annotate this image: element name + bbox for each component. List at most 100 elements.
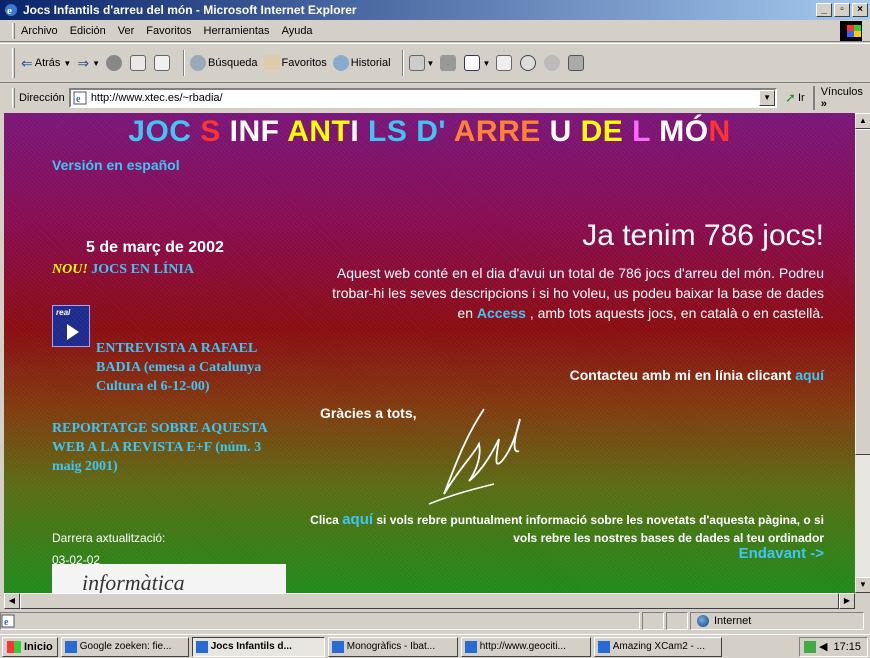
go-label: Ir	[797, 92, 805, 104]
network-icon[interactable]	[804, 640, 816, 653]
search-button[interactable]: Búsqueda	[190, 55, 258, 71]
ie-page-icon	[464, 640, 477, 653]
menu-herramientas[interactable]: Herramientas	[204, 25, 270, 37]
task-label: http://www.geociti...	[479, 641, 566, 652]
horizontal-scrollbar[interactable]: ◀ ▶	[4, 593, 855, 609]
toolbar-grip[interactable]	[12, 88, 15, 108]
svg-text:e: e	[76, 94, 81, 105]
media-button[interactable]	[544, 55, 562, 71]
contact-here-link[interactable]: aquí	[795, 367, 824, 383]
menu-ayuda[interactable]: Ayuda	[282, 25, 313, 37]
internet-explorer-icon: e	[5, 4, 17, 17]
maximize-button[interactable]: ▫	[834, 3, 850, 17]
new-label: NOU!	[52, 262, 88, 277]
spanish-version-link[interactable]: Versión en español	[52, 157, 180, 173]
title-fragment: INF	[229, 115, 288, 148]
extra-button[interactable]	[568, 55, 586, 71]
subscribe-here-link[interactable]: aquí	[342, 511, 373, 528]
address-input[interactable]	[90, 92, 760, 104]
media-icon	[544, 55, 561, 71]
date-text: 5 de març de 2002	[86, 239, 224, 256]
edit-button[interactable]: ▼	[464, 55, 490, 71]
discuss-button[interactable]	[496, 55, 514, 71]
scroll-down-button[interactable]: ▼	[855, 577, 870, 593]
print-button[interactable]	[440, 55, 458, 71]
forward-link[interactable]: Endavant ->	[739, 545, 824, 562]
thanks-text: Gràcies a tots,	[320, 405, 417, 421]
vertical-scrollbar[interactable]: ▲ ▼	[855, 113, 870, 593]
task-amazing-xcam[interactable]: Amazing XCam2 - ...	[593, 636, 722, 657]
favorites-icon	[263, 55, 280, 71]
back-button[interactable]: ⇐ Atrás ▼	[21, 55, 71, 72]
refresh-icon	[130, 55, 146, 71]
stop-button[interactable]	[106, 55, 124, 71]
menu-edicion[interactable]: Edición	[70, 25, 106, 37]
status-main-pane: e	[0, 612, 640, 630]
scroll-up-button[interactable]: ▲	[855, 113, 870, 129]
real-icon-label: real	[56, 308, 71, 317]
window-titlebar[interactable]: e Jocs Infantils d'arreu del món - Micro…	[0, 0, 870, 20]
task-monografics[interactable]: Monogràfics - Ibat...	[327, 636, 458, 657]
close-button[interactable]: ×	[852, 3, 868, 17]
status-bar: e Internet	[0, 611, 870, 631]
menu-bar: Archivo Edición Ver Favoritos Herramient…	[0, 20, 870, 42]
informatica-banner[interactable]: informàtica	[52, 564, 286, 593]
address-field[interactable]: e ▼	[68, 88, 778, 108]
magazine-report-link[interactable]: REPORTATGE SOBRE AQUESTA WEB A LA REVIST…	[52, 419, 290, 476]
address-dropdown-button[interactable]: ▼	[759, 90, 776, 106]
banner-text: informàtica	[82, 570, 185, 593]
ie-page-icon	[195, 640, 208, 653]
mail-icon	[408, 55, 425, 71]
page-content: JOC S INF ANTI LS D' ARRE U DE L MÓN Ver…	[4, 113, 855, 593]
favorites-button[interactable]: Favoritos	[263, 55, 327, 71]
address-bar: Dirección e ▼ ➚ Ir Vínculos »	[0, 84, 870, 112]
standard-toolbar: ⇐ Atrás ▼ ⇒ ▼ Búsqueda Favoritos Histori…	[0, 43, 870, 83]
status-pane	[642, 612, 664, 630]
menu-ver[interactable]: Ver	[118, 25, 135, 37]
image-icon	[568, 55, 585, 71]
task-label: Google zoeken: fie...	[79, 641, 172, 652]
toolbar-grip[interactable]	[12, 22, 15, 39]
title-fragment: N	[708, 115, 731, 148]
refresh-button[interactable]	[130, 55, 148, 71]
favorites-label: Favoritos	[281, 57, 327, 69]
title-fragment: JOC	[128, 115, 201, 148]
toolbar-separator	[401, 50, 404, 76]
back-arrow-icon: ⇐	[21, 54, 33, 71]
start-button[interactable]: Inicio	[2, 636, 58, 657]
forward-button[interactable]: ⇒ ▼	[77, 55, 100, 72]
interview-link[interactable]: ENTREVISTA A RAFAEL BADIA (emesa a Catal…	[52, 339, 290, 396]
menu-favoritos[interactable]: Favoritos	[146, 25, 191, 37]
toolbar-grip[interactable]	[12, 48, 15, 78]
horizontal-scroll-thumb[interactable]	[20, 593, 839, 609]
home-button[interactable]	[154, 55, 172, 71]
access-database-link[interactable]: Access	[477, 305, 526, 321]
history-button[interactable]: Historial	[332, 55, 391, 71]
task-jocs-infantils[interactable]: Jocs Infantils d...	[191, 636, 325, 657]
scroll-left-button[interactable]: ◀	[4, 593, 20, 609]
messenger-button[interactable]	[520, 55, 538, 71]
minimize-button[interactable]: _	[816, 3, 832, 17]
go-button[interactable]: ➚ Ir	[785, 90, 805, 106]
vertical-scroll-thumb[interactable]	[855, 129, 870, 455]
intro-text-end: , amb tots aquests jocs, en català o en …	[525, 305, 824, 321]
scroll-right-button[interactable]: ▶	[839, 593, 855, 609]
task-google[interactable]: Google zoeken: fie...	[60, 636, 189, 657]
links-label: Vínculos	[820, 86, 863, 98]
menu-archivo[interactable]: Archivo	[21, 25, 58, 37]
clock[interactable]: 17:15	[833, 641, 861, 653]
online-games-link[interactable]: JOCS EN LÍNIA	[91, 262, 194, 277]
play-icon	[67, 324, 79, 340]
volume-icon[interactable]: ◀	[819, 640, 827, 653]
mail-button[interactable]: ▼	[408, 55, 434, 71]
task-label: Monogràfics - Ibat...	[346, 641, 436, 652]
page-title: JOC S INF ANTI LS D' ARRE U DE L MÓN	[4, 115, 855, 149]
contact-text: Contacteu amb mi en línia clicant	[569, 367, 796, 383]
security-zone-label: Internet	[714, 615, 752, 627]
history-label: Historial	[350, 57, 391, 69]
windows-logo-icon	[840, 21, 862, 41]
toolbar-separator	[183, 50, 185, 76]
informatica-handwriting: informàtica	[82, 570, 185, 593]
task-geocities[interactable]: http://www.geociti...	[460, 636, 591, 657]
links-button[interactable]: Vínculos »	[812, 86, 870, 110]
